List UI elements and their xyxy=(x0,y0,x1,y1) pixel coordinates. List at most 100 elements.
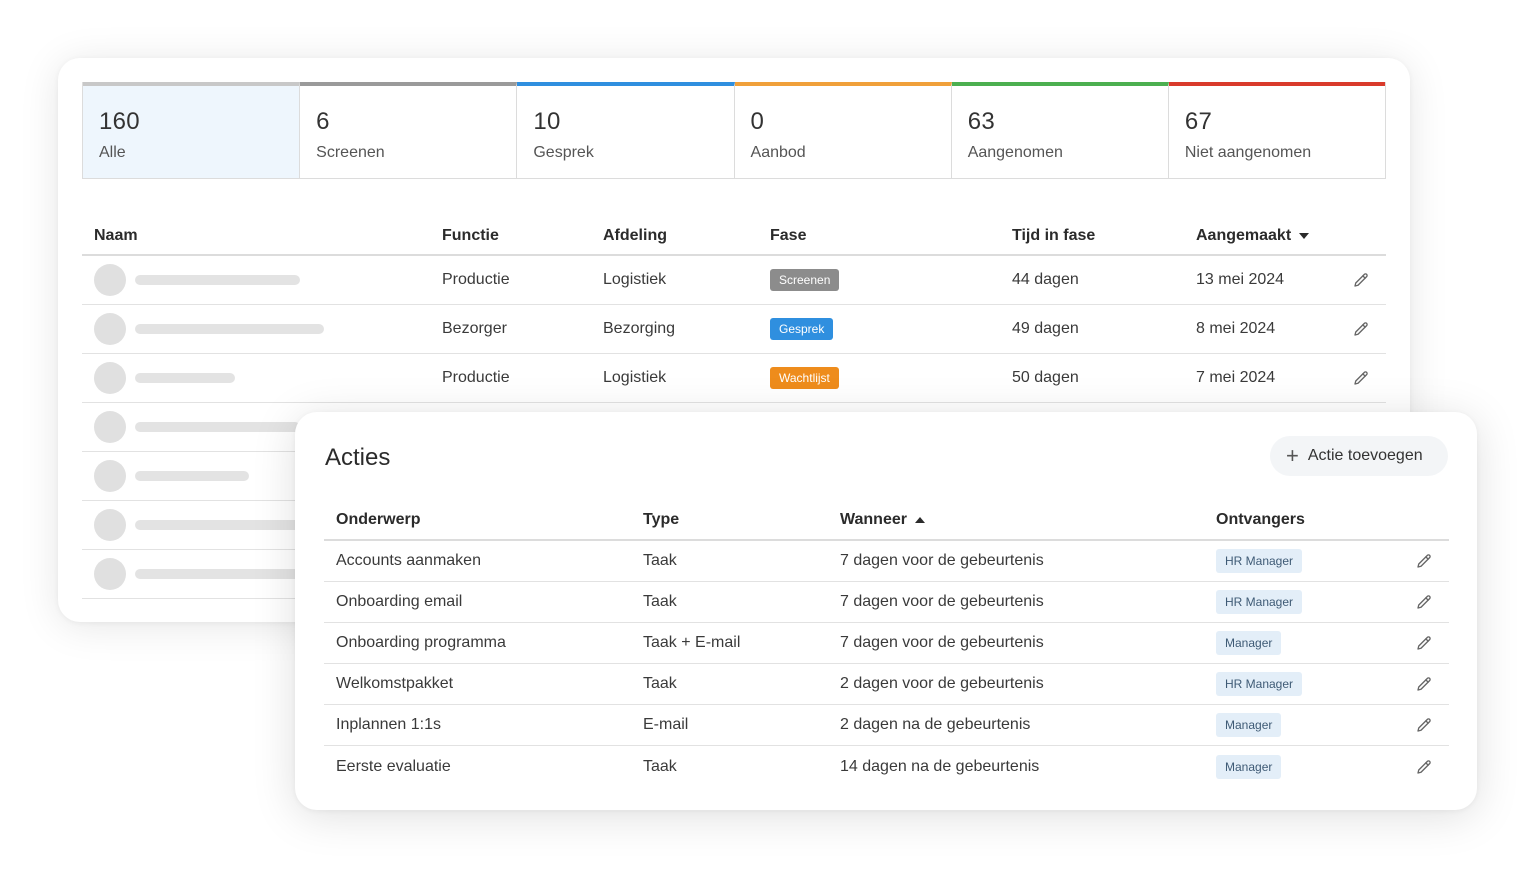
edit-pencil-icon[interactable] xyxy=(1398,675,1449,693)
action-type: Taak xyxy=(643,675,677,692)
fase-badge: Gesprek xyxy=(770,318,834,340)
candidate-aangemaakt: 8 mei 2024 xyxy=(1196,320,1276,337)
column-header-fase[interactable]: Fase xyxy=(770,227,1012,245)
stage-label: Screenen xyxy=(316,144,385,161)
column-header-afdeling[interactable]: Afdeling xyxy=(603,227,770,245)
column-header-tijd-in-fase[interactable]: Tijd in fase xyxy=(1012,227,1196,245)
acties-table-header: Onderwerp Type Wanneer Ontvangers xyxy=(324,501,1449,541)
candidate-name-cell xyxy=(82,264,442,296)
action-wanneer: 2 dagen voor de gebeurtenis xyxy=(840,675,1044,692)
recipient-badge: Manager xyxy=(1216,713,1282,737)
recipient-badge: Manager xyxy=(1216,754,1282,779)
stage-count: 160 xyxy=(99,108,140,135)
action-onderwerp: Onboarding email xyxy=(336,593,463,610)
action-wanneer: 2 dagen na de gebeurtenis xyxy=(840,716,1031,733)
stage-label: Alle xyxy=(99,144,126,161)
stage-label: Aangenomen xyxy=(967,144,1063,161)
action-onderwerp: Eerste evaluatie xyxy=(336,757,451,775)
candidate-tijd-in-fase: 49 dagen xyxy=(1012,320,1079,337)
action-type: Taak xyxy=(643,593,677,610)
recipient-badge: HR Manager xyxy=(1216,549,1303,573)
action-row[interactable]: Onboarding programma Taak + E-mail 7 dagen… xyxy=(324,623,1449,664)
candidate-afdeling: Logistiek xyxy=(603,271,667,288)
action-type: E-mail xyxy=(643,716,689,733)
stage-tab-aanbod[interactable]: 0 Aanbod xyxy=(734,82,952,178)
column-header-aangemaakt[interactable]: Aangemaakt xyxy=(1196,227,1336,245)
stage-count: 0 xyxy=(750,108,765,135)
action-row[interactable]: Eerste evaluatie Taak 14 dagen na de gebeu… xyxy=(324,746,1449,787)
action-type: Taak xyxy=(643,552,677,569)
recipient-badge: HR Manager xyxy=(1216,672,1303,696)
edit-pencil-icon[interactable] xyxy=(1398,593,1449,611)
column-header-aangemaakt-label: Aangemaakt xyxy=(1196,227,1292,244)
action-wanneer: 14 dagen na de gebeurtenis xyxy=(840,757,1040,775)
action-wanneer: 7 dagen voor de gebeurtenis xyxy=(840,593,1044,610)
acties-card: Acties + Actie toevoegen Onderwerp Type … xyxy=(295,412,1477,810)
edit-pencil-icon[interactable] xyxy=(1398,758,1449,776)
action-row[interactable]: Accounts aanmaken Taak 7 dagen voor de geb… xyxy=(324,541,1449,582)
action-type: Taak xyxy=(643,757,677,775)
action-wanneer: 7 dagen voor de gebeurtenis xyxy=(840,552,1044,569)
column-header-naam[interactable]: Naam xyxy=(82,227,442,245)
name-placeholder xyxy=(135,275,300,285)
stage-label: Aanbod xyxy=(750,144,806,161)
stage-count: 6 xyxy=(316,108,330,135)
action-onderwerp: Accounts aanmaken xyxy=(336,552,481,569)
avatar xyxy=(94,558,126,590)
stage-tab-gesprek[interactable]: 10 Gesprek xyxy=(517,82,735,178)
avatar xyxy=(94,509,126,541)
name-placeholder xyxy=(135,373,235,383)
name-placeholder xyxy=(135,471,249,481)
column-header-onderwerp[interactable]: Onderwerp xyxy=(324,511,643,529)
stage-label: Niet aangenomen xyxy=(1184,144,1312,161)
candidate-aangemaakt: 7 mei 2024 xyxy=(1196,369,1276,386)
stage-tab-alle[interactable]: 160 Alle xyxy=(83,82,301,178)
edit-pencil-icon[interactable] xyxy=(1398,634,1449,652)
add-action-button[interactable]: + Actie toevoegen xyxy=(1270,436,1448,476)
avatar xyxy=(94,313,126,345)
edit-pencil-icon[interactable] xyxy=(1336,369,1386,387)
candidate-functie: Bezorger xyxy=(442,320,507,337)
edit-pencil-icon[interactable] xyxy=(1398,552,1449,570)
candidate-afdeling: Bezorging xyxy=(603,320,676,337)
sort-descending-icon xyxy=(1299,233,1310,239)
candidate-tijd-in-fase: 50 dagen xyxy=(1012,369,1079,386)
name-placeholder xyxy=(135,422,300,432)
stage-tab-screenen[interactable]: 6 Screenen xyxy=(300,82,518,178)
candidate-row[interactable]: Bezorger Bezorging Gesprek 49 dagen 8 mei 20… xyxy=(82,305,1386,354)
action-row[interactable]: Onboarding email Taak 7 dagen voor de gebe… xyxy=(324,582,1449,623)
action-row[interactable]: Welkomstpakket Taak 2 dagen voor de gebeur… xyxy=(324,664,1449,705)
name-placeholder xyxy=(135,520,300,530)
column-header-ontvangers[interactable]: Ontvangers xyxy=(1216,511,1398,529)
candidate-afdeling: Logistiek xyxy=(603,369,667,386)
stage-count: 67 xyxy=(1184,108,1213,135)
avatar xyxy=(94,362,126,394)
edit-pencil-icon[interactable] xyxy=(1336,320,1386,338)
plus-icon: + xyxy=(1286,443,1299,468)
candidates-table-header: Naam Functie Afdeling Fase Tijd in fase … xyxy=(82,218,1386,256)
candidate-row[interactable]: Productie Logistiek Screenen 44 dagen 13 mei… xyxy=(82,256,1386,305)
fase-badge: Wachtlijst xyxy=(770,367,839,389)
column-header-wanneer[interactable]: Wanneer xyxy=(840,511,1216,529)
action-row[interactable]: Inplannen 1:1s E-mail 2 dagen na de gebeur… xyxy=(324,705,1449,746)
candidate-name-cell xyxy=(82,313,442,345)
avatar xyxy=(94,264,126,296)
stage-tab-niet-aangenomen[interactable]: 67 Niet aangenomen xyxy=(1168,82,1386,178)
column-header-functie[interactable]: Functie xyxy=(442,227,603,245)
candidate-tijd-in-fase: 44 dagen xyxy=(1012,271,1079,288)
acties-title: Acties xyxy=(325,444,391,471)
sort-ascending-icon xyxy=(914,517,925,523)
edit-pencil-icon[interactable] xyxy=(1336,271,1386,289)
action-type: Taak + E-mail xyxy=(643,634,741,651)
stage-count: 10 xyxy=(533,108,561,135)
candidate-functie: Productie xyxy=(442,271,510,288)
column-header-type[interactable]: Type xyxy=(643,511,840,529)
candidate-name-cell xyxy=(82,362,442,394)
stage-filter-tabs: 160 Alle 6 Screenen 10 Gesprek 0 Aanbod … xyxy=(82,82,1386,179)
name-placeholder xyxy=(135,569,300,579)
candidate-row[interactable]: Productie Logistiek Wachtlijst 50 dagen 7 me… xyxy=(82,354,1386,403)
stage-tab-aangenomen[interactable]: 63 Aangenomen xyxy=(951,82,1169,178)
edit-pencil-icon[interactable] xyxy=(1398,716,1449,734)
avatar xyxy=(94,460,126,492)
add-action-label: Actie toevoegen xyxy=(1307,447,1423,464)
